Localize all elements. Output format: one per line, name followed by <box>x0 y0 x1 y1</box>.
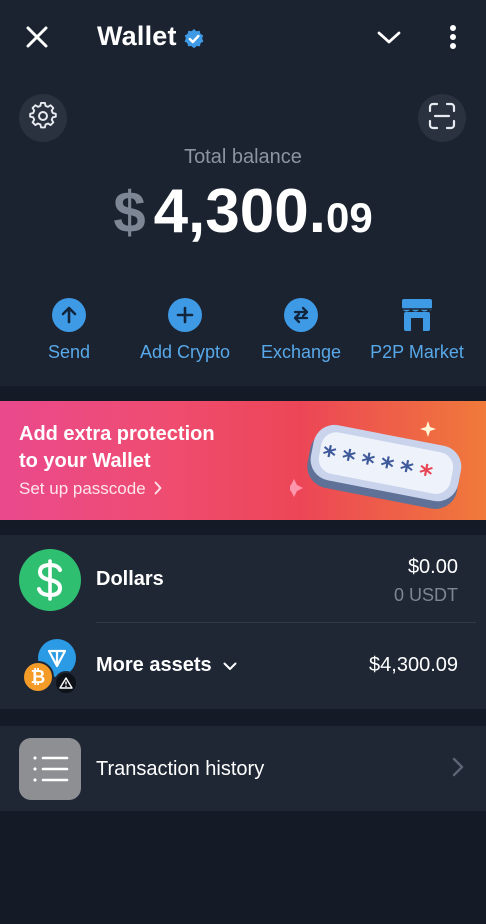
p2p-market-button[interactable]: P2P Market <box>367 298 467 363</box>
chevron-right-icon <box>452 757 470 781</box>
promo-title: Add extra protection to your Wallet <box>19 421 249 475</box>
swap-arrows-icon <box>284 298 318 332</box>
balance-integer: 4,300. <box>153 177 326 246</box>
scan-qr-icon <box>428 102 456 135</box>
setup-passcode-link[interactable]: Set up passcode <box>19 479 162 500</box>
chevron-down-icon <box>223 654 237 677</box>
warning-icon <box>54 671 78 695</box>
passcode-promo-banner[interactable]: Add extra protection to your Wallet Set … <box>0 401 486 520</box>
chevron-down-icon[interactable] <box>372 25 406 51</box>
plus-icon <box>168 298 202 332</box>
dollar-icon <box>19 549 81 611</box>
section-divider <box>0 520 486 535</box>
asset-row-more[interactable]: ₿ More assets $4,300.09 <box>0 623 486 709</box>
promo-title-line2: to your Wallet <box>19 450 151 472</box>
balance-label: Total balance <box>184 146 302 168</box>
promo-title-line1: Add extra protection <box>19 423 215 445</box>
verified-badge-icon <box>183 26 205 48</box>
store-icon <box>399 298 435 332</box>
list-icon <box>19 738 81 800</box>
exchange-button[interactable]: Exchange <box>259 298 343 363</box>
asset-sub-value: 0 USDT <box>393 585 458 605</box>
chevron-right-icon <box>154 480 162 500</box>
add-crypto-label: Add Crypto <box>139 342 231 362</box>
bitcoin-icon: ₿ <box>22 661 54 693</box>
balance-decimal: 09 <box>325 194 373 241</box>
assets-list: Dollars $0.00 0 USDT ₿ More assets $4,30… <box>0 535 486 709</box>
settings-button[interactable] <box>19 94 67 142</box>
transaction-history-row[interactable]: Transaction history <box>0 726 486 811</box>
send-label: Send <box>47 342 91 362</box>
send-button[interactable]: Send <box>46 298 92 363</box>
passcode-illustration: ****** <box>285 413 470 513</box>
balance-currency-symbol: $ <box>113 180 146 245</box>
section-divider <box>0 709 486 726</box>
page-title-text: Wallet <box>97 21 177 51</box>
p2p-market-label: P2P Market <box>370 342 464 362</box>
setup-passcode-label: Set up passcode <box>19 479 146 498</box>
balance-amount: $4,300.09 <box>0 176 486 247</box>
gear-icon <box>29 101 57 135</box>
asset-row-dollars[interactable]: Dollars $0.00 0 USDT <box>0 535 486 623</box>
scan-button[interactable] <box>418 94 466 142</box>
arrow-up-icon <box>52 298 86 332</box>
app-header: Wallet <box>0 0 486 76</box>
page-title: Wallet <box>97 21 205 52</box>
close-icon[interactable] <box>20 22 54 52</box>
more-assets-toggle[interactable]: More assets <box>96 654 237 677</box>
asset-name: More assets <box>96 654 212 676</box>
asset-name: Dollars <box>96 568 164 590</box>
transaction-history-label: Transaction history <box>96 758 265 780</box>
more-vertical-icon[interactable] <box>440 20 466 54</box>
bottom-area <box>0 811 486 924</box>
section-divider <box>0 386 486 401</box>
add-crypto-button[interactable]: Add Crypto <box>137 298 233 363</box>
asset-value: $4,300.09 <box>369 654 458 676</box>
action-bar: Send Add Crypto Exchange P2P Market <box>0 298 486 368</box>
asset-value: $0.00 <box>407 556 458 578</box>
exchange-label: Exchange <box>260 342 342 362</box>
